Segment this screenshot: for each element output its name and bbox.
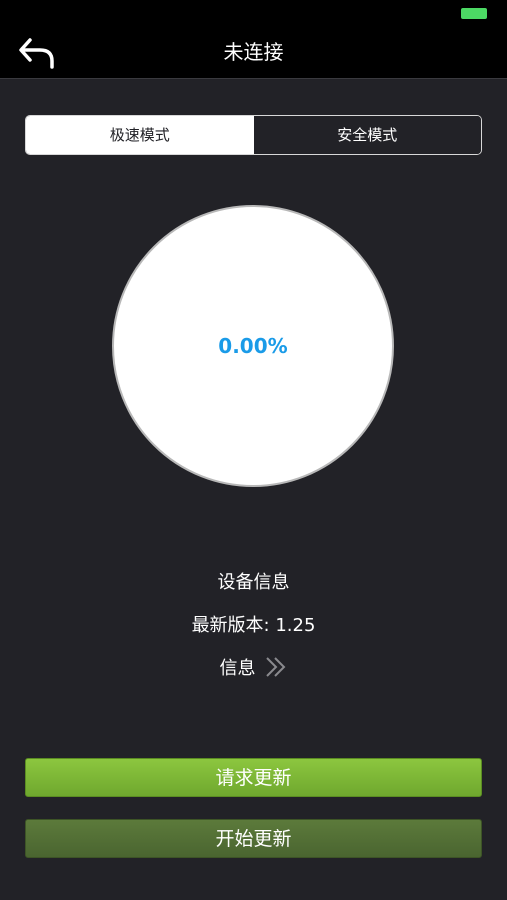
- tab-safe-mode[interactable]: 安全模式: [253, 116, 481, 154]
- back-button[interactable]: [18, 33, 62, 73]
- double-chevron-right-icon: [265, 657, 285, 677]
- device-info-heading: 设备信息: [217, 572, 290, 593]
- latest-version-text: 最新版本: 1.25: [191, 615, 316, 636]
- battery-icon: [461, 8, 487, 19]
- info-link[interactable]: 信息: [0, 654, 507, 680]
- info-link-label: 信息: [219, 658, 256, 679]
- progress-percentage: 0.00%: [218, 334, 288, 358]
- request-update-button[interactable]: 请求更新: [25, 758, 482, 797]
- tab-fast-mode[interactable]: 极速模式: [26, 116, 254, 154]
- page-title: 未连接: [223, 40, 284, 64]
- progress-circle: 0.00%: [112, 205, 394, 487]
- back-arrow-icon: [19, 38, 54, 69]
- navigation-bar: 未连接: [0, 28, 507, 79]
- start-update-button[interactable]: 开始更新: [25, 819, 482, 858]
- status-bar: [0, 0, 507, 28]
- mode-segmented-control: 极速模式 安全模式: [25, 115, 482, 155]
- update-screen: 未连接 极速模式 安全模式 0.00% 设备信息 最新版本: 1.25 信息 请…: [0, 0, 507, 900]
